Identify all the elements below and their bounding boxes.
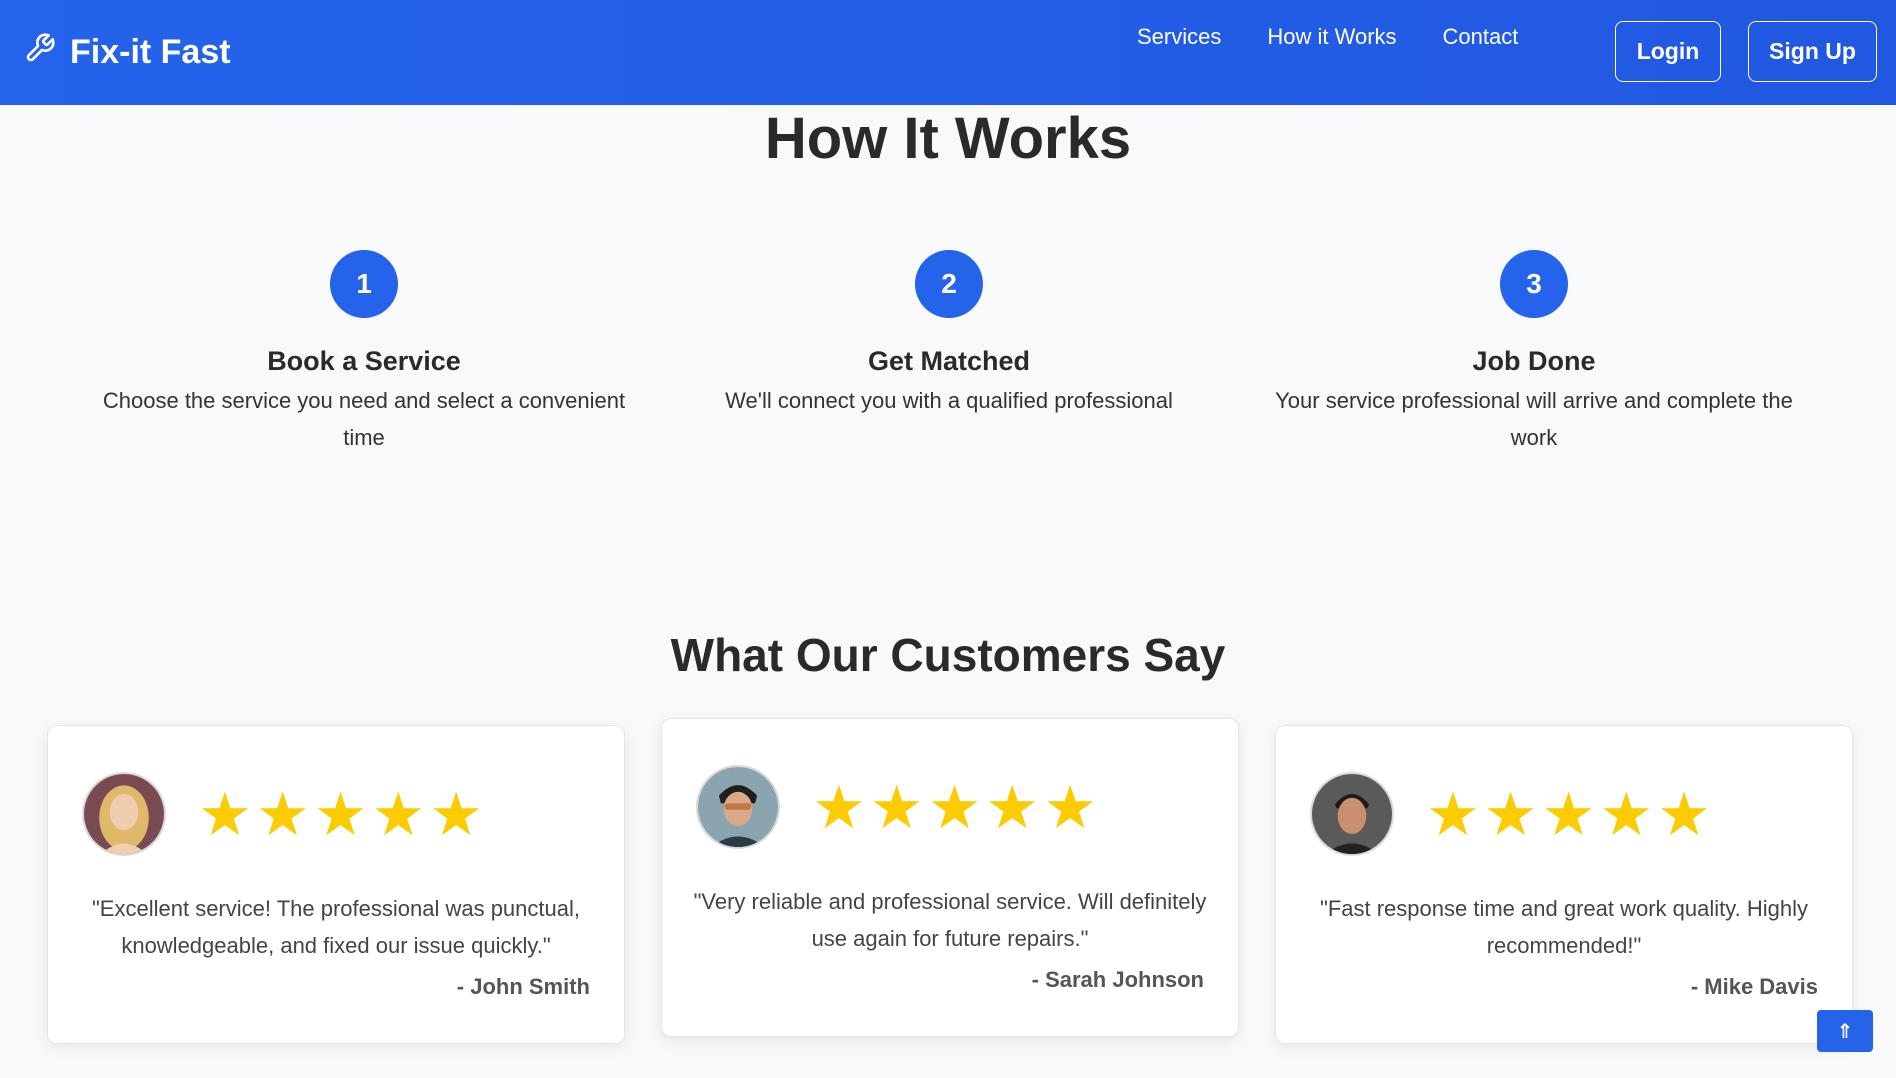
brand-name: Fix-it Fast: [70, 33, 231, 71]
step-title: Book a Service: [267, 346, 461, 376]
wrench-icon: [24, 32, 56, 73]
step-title: Job Done: [1472, 346, 1596, 376]
star-rating: ★ ★ ★ ★ ★: [812, 773, 1097, 843]
avatar: [1310, 772, 1394, 856]
star-icon: ★: [198, 780, 252, 850]
navbar: Fix-it Fast Services How it Works Contac…: [0, 0, 1896, 105]
step-description: Your service professional will arrive an…: [1275, 388, 1793, 450]
step-description: Choose the service you need and select a…: [102, 388, 626, 450]
star-icon: ★: [313, 780, 368, 850]
scroll-to-top-button[interactable]: ⇑: [1817, 1010, 1873, 1052]
star-rating: ★ ★ ★ ★ ★: [198, 780, 483, 850]
avatar: [696, 765, 780, 849]
star-icon: ★: [429, 780, 483, 850]
star-icon: ★: [371, 780, 426, 850]
step-number-badge: 2: [915, 250, 983, 318]
nav-link-services[interactable]: Services: [1137, 24, 1221, 50]
star-icon: ★: [1426, 780, 1480, 850]
step-card: 2 Get Matched We'll connect you with a q…: [669, 250, 1229, 419]
how-it-works-title: How It Works: [764, 106, 1132, 171]
testimonial-quote: "Excellent service! The professional was…: [92, 896, 580, 958]
signup-button[interactable]: Sign Up: [1748, 21, 1877, 82]
testimonial-card: ★ ★ ★ ★ ★ "Very reliable and professiona…: [661, 718, 1239, 1037]
main-nav: Services How it Works Contact: [1137, 24, 1518, 50]
avatar: [82, 772, 166, 856]
step-title: Get Matched: [867, 346, 1031, 376]
step-card: 3 Job Done Your service professional wil…: [1254, 250, 1814, 456]
step-description: We'll connect you with a qualified profe…: [725, 388, 1173, 413]
testimonial-card: ★ ★ ★ ★ ★ "Fast response time and great …: [1275, 725, 1853, 1044]
step-number-badge: 3: [1500, 250, 1568, 318]
step-number-badge: 1: [330, 250, 398, 318]
star-icon: ★: [985, 773, 1040, 843]
testimonial-quote: "Very reliable and professional service.…: [693, 889, 1207, 951]
testimonial-card: ★ ★ ★ ★ ★ "Excellent service! The profes…: [47, 725, 625, 1044]
step-card: 1 Book a Service Choose the service you …: [84, 250, 644, 456]
star-icon: ★: [1483, 780, 1538, 850]
star-rating: ★ ★ ★ ★ ★: [1426, 780, 1711, 850]
star-icon: ★: [812, 773, 866, 843]
testimonial-author: - John Smith: [456, 974, 590, 999]
star-icon: ★: [1657, 780, 1711, 850]
nav-link-how-it-works[interactable]: How it Works: [1267, 24, 1396, 50]
brand-logo[interactable]: Fix-it Fast: [24, 0, 231, 105]
testimonial-author: - Mike Davis: [1690, 974, 1818, 999]
star-icon: ★: [255, 780, 310, 850]
testimonials-title: What Our Customers Say: [670, 629, 1226, 681]
star-icon: ★: [869, 773, 924, 843]
star-icon: ★: [1541, 780, 1596, 850]
star-icon: ★: [927, 773, 982, 843]
star-icon: ★: [1043, 773, 1097, 843]
testimonial-author: - Sarah Johnson: [1031, 967, 1204, 992]
star-icon: ★: [1599, 780, 1654, 850]
testimonial-quote: "Fast response time and great work quali…: [1320, 896, 1808, 958]
arrow-up-icon: ⇑: [1836, 1020, 1854, 1043]
login-button[interactable]: Login: [1615, 21, 1721, 82]
nav-link-contact[interactable]: Contact: [1443, 24, 1519, 50]
